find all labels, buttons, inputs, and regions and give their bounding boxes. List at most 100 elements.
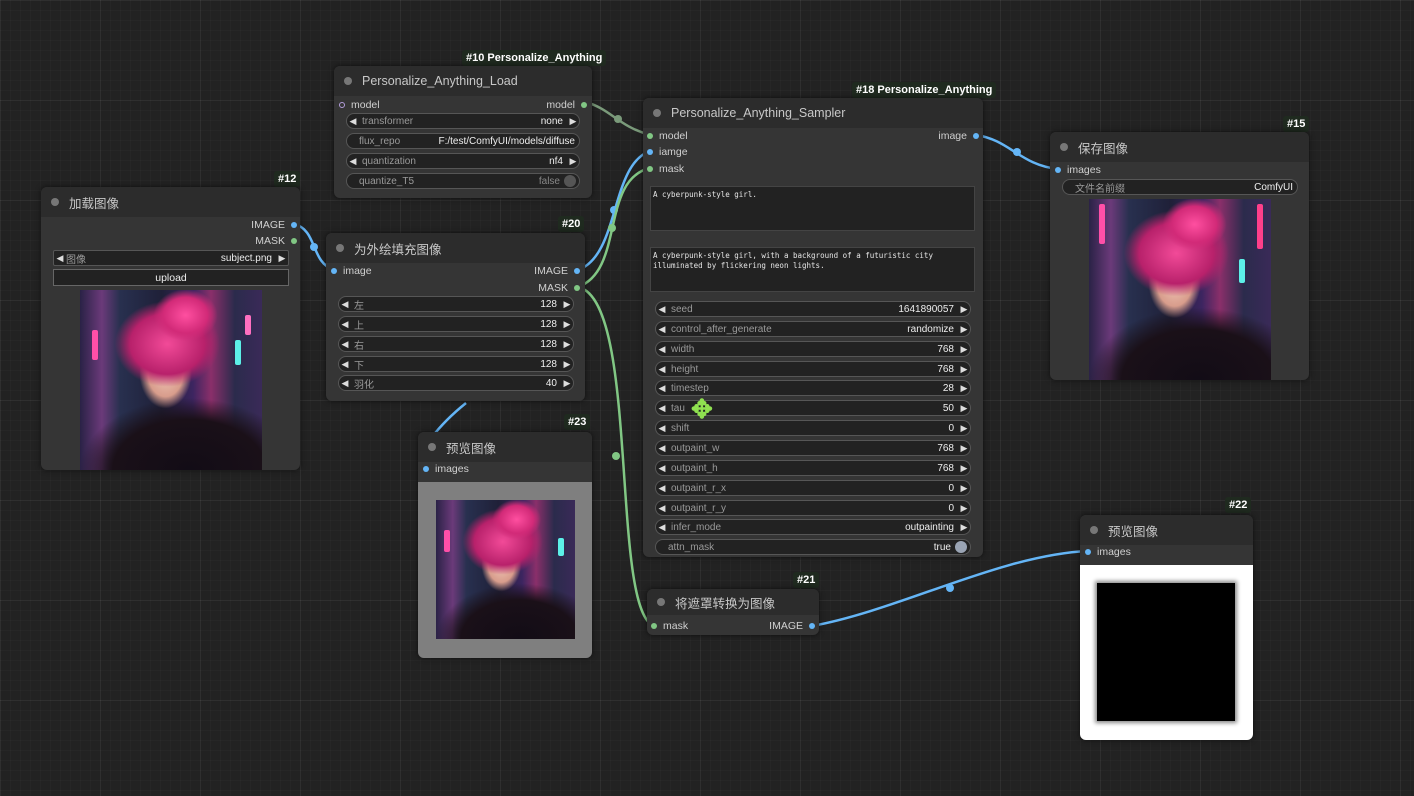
output-slot-image[interactable]: IMAGE (534, 265, 580, 277)
collapse-dot-icon[interactable] (428, 443, 436, 451)
arrow-right-icon[interactable]: ▶ (567, 116, 579, 127)
input-slot-images[interactable]: images (423, 463, 469, 475)
node-title[interactable]: 为外绘填充图像 (326, 233, 585, 263)
arrow-left-icon[interactable]: ◀ (347, 156, 359, 167)
arrow-left-icon[interactable]: ◀ (339, 378, 351, 389)
widget-width[interactable]: ◀ width 768 ▶ (655, 341, 971, 357)
node-title[interactable]: 加载图像 (41, 187, 300, 217)
arrow-right-icon[interactable]: ▶ (958, 383, 970, 394)
arrow-left-icon[interactable]: ◀ (656, 423, 668, 434)
arrow-right-icon[interactable]: ▶ (958, 344, 970, 355)
image-socket-icon[interactable] (647, 149, 653, 155)
model-socket-icon[interactable] (339, 102, 345, 108)
arrow-left-icon[interactable]: ◀ (339, 359, 351, 370)
widget-left[interactable]: ◀ 左 128 ▶ (338, 296, 574, 312)
mask-socket-icon[interactable] (291, 238, 297, 244)
upload-button[interactable]: upload (53, 269, 289, 286)
mask-socket-icon[interactable] (647, 166, 653, 172)
widget-quantization[interactable]: ◀ quantization nf4 ▶ (346, 153, 580, 169)
toggle-icon[interactable] (955, 541, 967, 553)
arrow-right-icon[interactable]: ▶ (958, 304, 970, 315)
prompt-textarea-1[interactable]: A cyberpunk-style girl. (650, 186, 975, 231)
arrow-left-icon[interactable]: ◀ (656, 403, 668, 414)
arrow-right-icon[interactable]: ▶ (958, 423, 970, 434)
arrow-left-icon[interactable]: ◀ (656, 503, 668, 514)
node-title[interactable]: 保存图像 (1050, 132, 1309, 162)
arrow-left-icon[interactable]: ◀ (656, 443, 668, 454)
image-socket-icon[interactable] (574, 268, 580, 274)
widget-infer-mode[interactable]: ◀ infer_mode outpainting ▶ (655, 519, 971, 535)
node-mask-to-image[interactable]: 将遮罩转换为图像 mask IMAGE (647, 589, 819, 635)
arrow-left-icon[interactable]: ◀ (656, 383, 668, 394)
node-load-image[interactable]: 加载图像 IMAGE MASK ◀ 图像 subject.png ▶ upload (41, 187, 300, 470)
image-socket-icon[interactable] (291, 222, 297, 228)
arrow-left-icon[interactable]: ◀ (339, 299, 351, 310)
arrow-left-icon[interactable]: ◀ (347, 116, 359, 127)
widget-outpaint-r-x[interactable]: ◀ outpaint_r_x 0 ▶ (655, 480, 971, 496)
widget-quantize-t5[interactable]: quantize_T5 false (346, 173, 580, 189)
collapse-dot-icon[interactable] (1090, 526, 1098, 534)
output-slot-image[interactable]: IMAGE (251, 219, 297, 231)
input-slot-mask[interactable]: mask (651, 620, 688, 632)
arrow-right-icon[interactable]: ▶ (958, 522, 970, 533)
arrow-right-icon[interactable]: ▶ (561, 319, 573, 330)
input-slot-model[interactable]: model (339, 99, 380, 111)
widget-top[interactable]: ◀ 上 128 ▶ (338, 316, 574, 332)
input-slot-images[interactable]: images (1085, 546, 1131, 558)
widget-bottom[interactable]: ◀ 下 128 ▶ (338, 356, 574, 372)
widget-seed[interactable]: ◀ seed 1641890057 ▶ (655, 301, 971, 317)
arrow-left-icon[interactable]: ◀ (656, 324, 668, 335)
arrow-right-icon[interactable]: ▶ (561, 299, 573, 310)
image-socket-icon[interactable] (1085, 549, 1091, 555)
arrow-right-icon[interactable]: ▶ (958, 503, 970, 514)
arrow-right-icon[interactable]: ▶ (561, 378, 573, 389)
arrow-left-icon[interactable]: ◀ (656, 364, 668, 375)
collapse-dot-icon[interactable] (344, 77, 352, 85)
image-socket-icon[interactable] (423, 466, 429, 472)
output-slot-image[interactable]: IMAGE (769, 620, 815, 632)
collapse-dot-icon[interactable] (1060, 143, 1068, 151)
arrow-right-icon[interactable]: ▶ (561, 339, 573, 350)
node-title[interactable]: 预览图像 (418, 432, 592, 462)
prompt-textarea-2[interactable]: A cyberpunk-style girl, with a backgroun… (650, 247, 975, 292)
input-slot-iamge[interactable]: iamge (647, 146, 688, 158)
widget-transformer[interactable]: ◀ transformer none ▶ (346, 113, 580, 129)
arrow-left-icon[interactable]: ◀ (656, 344, 668, 355)
collapse-dot-icon[interactable] (51, 198, 59, 206)
model-socket-icon[interactable] (581, 102, 587, 108)
input-slot-image[interactable]: image (331, 265, 372, 277)
arrow-right-icon[interactable]: ▶ (561, 359, 573, 370)
arrow-right-icon[interactable]: ▶ (276, 253, 288, 264)
node-preview-image-23[interactable]: 预览图像 images (418, 432, 592, 658)
widget-outpaint-w[interactable]: ◀ outpaint_w 768 ▶ (655, 440, 971, 456)
collapse-dot-icon[interactable] (336, 244, 344, 252)
image-socket-icon[interactable] (809, 623, 815, 629)
toggle-icon[interactable] (564, 175, 576, 187)
widget-outpaint-r-y[interactable]: ◀ outpaint_r_y 0 ▶ (655, 500, 971, 516)
arrow-right-icon[interactable]: ▶ (567, 156, 579, 167)
widget-control-after-generate[interactable]: ◀ control_after_generate randomize ▶ (655, 321, 971, 337)
arrow-left-icon[interactable]: ◀ (339, 339, 351, 350)
arrow-right-icon[interactable]: ▶ (958, 443, 970, 454)
arrow-left-icon[interactable]: ◀ (656, 463, 668, 474)
output-slot-image[interactable]: image (938, 130, 979, 142)
model-socket-icon[interactable] (647, 133, 653, 139)
widget-image-select[interactable]: ◀ 图像 subject.png ▶ (53, 250, 289, 266)
arrow-left-icon[interactable]: ◀ (339, 319, 351, 330)
arrow-left-icon[interactable]: ◀ (54, 253, 66, 264)
arrow-right-icon[interactable]: ▶ (958, 483, 970, 494)
widget-flux-repo[interactable]: flux_repo F:/test/ComfyUI/models/diffuse (346, 133, 580, 149)
arrow-left-icon[interactable]: ◀ (656, 522, 668, 533)
image-socket-icon[interactable] (331, 268, 337, 274)
output-slot-mask[interactable]: MASK (255, 235, 297, 247)
node-title[interactable]: 将遮罩转换为图像 (647, 589, 819, 615)
mask-socket-icon[interactable] (651, 623, 657, 629)
node-title[interactable]: Personalize_Anything_Sampler (643, 98, 983, 128)
widget-outpaint-h[interactable]: ◀ outpaint_h 768 ▶ (655, 460, 971, 476)
collapse-dot-icon[interactable] (653, 109, 661, 117)
output-slot-model[interactable]: model (546, 99, 587, 111)
widget-filename-prefix[interactable]: 文件名前缀 ComfyUI (1062, 179, 1298, 195)
node-personalize-anything-sampler[interactable]: Personalize_Anything_Sampler model iamge… (643, 98, 983, 557)
arrow-right-icon[interactable]: ▶ (958, 403, 970, 414)
node-pad-for-outpaint[interactable]: 为外绘填充图像 image IMAGE MASK ◀ 左 128 ▶ ◀ 上 128 ▶ ◀… (326, 233, 585, 401)
